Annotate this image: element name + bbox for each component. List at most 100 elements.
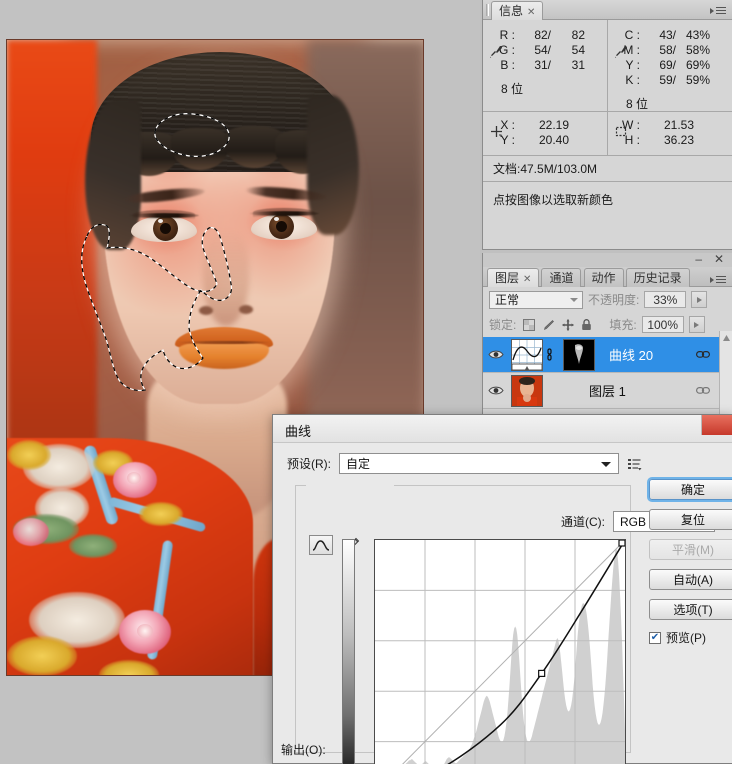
info-panel[interactable]: 信息 ✕ R : 82/ 82 G : 54/ 54 B: 31/ 31 8 … bbox=[482, 0, 732, 250]
curves-adjustment-thumbnail[interactable] bbox=[511, 338, 543, 371]
ok-button[interactable]: 确定 bbox=[649, 479, 732, 500]
mask-link-icon[interactable] bbox=[545, 347, 553, 362]
layer-name-curves[interactable]: 曲线 20 bbox=[609, 345, 653, 364]
layer-mask-thumbnail[interactable] bbox=[563, 338, 595, 371]
blend-mode-value: 正常 bbox=[495, 292, 520, 307]
info-panel-tabbar[interactable]: 信息 ✕ bbox=[483, 0, 732, 20]
fill-input[interactable]: 100% bbox=[641, 316, 684, 333]
preview-checkbox[interactable]: ✔ bbox=[649, 631, 661, 644]
xy-coordinate-column: X : 22.19 Y : 20.40 bbox=[483, 112, 607, 155]
readout-after-k: 59% bbox=[685, 73, 710, 87]
tab-actions[interactable]: 动作 bbox=[583, 268, 624, 287]
photoshop-window: 信息 ✕ R : 82/ 82 G : 54/ 54 B: 31/ 31 8 … bbox=[0, 0, 732, 764]
smooth-button: 平滑(M) bbox=[649, 539, 732, 560]
readout-before-r: 82/ bbox=[534, 28, 551, 42]
chain-link-icon[interactable] bbox=[696, 386, 711, 398]
dim-value-h: 36.23 bbox=[663, 133, 694, 147]
marquee-icon bbox=[615, 126, 627, 137]
chevron-down-icon bbox=[601, 462, 611, 467]
readout-row-c: C : 43/ 43% bbox=[608, 28, 732, 43]
tab-layers[interactable]: 图层 ✕ bbox=[487, 268, 540, 287]
readout-row-r: R : 82/ 82 bbox=[483, 28, 607, 43]
layer-visibility-toggle[interactable] bbox=[483, 349, 509, 360]
readout-after-m: 58% bbox=[685, 43, 710, 57]
auto-button[interactable]: 自动(A) bbox=[649, 569, 732, 590]
preview-checkbox-row[interactable]: ✔ 预览(P) bbox=[649, 629, 732, 646]
tab-info[interactable]: 信息 ✕ bbox=[491, 1, 544, 20]
preview-label: 预览(P) bbox=[666, 631, 706, 645]
readout-after-r: 82 bbox=[571, 28, 585, 42]
layer-name-layer1[interactable]: 图层 1 bbox=[589, 381, 626, 400]
readout-after-c: 43% bbox=[685, 28, 710, 42]
chain-link-icon[interactable] bbox=[696, 350, 711, 362]
eyedropper-icon bbox=[615, 46, 627, 58]
info-color-readouts: R : 82/ 82 G : 54/ 54 B : 31/ 31 8 位 C:… bbox=[483, 20, 732, 112]
rgb-readout-column: R : 82/ 82 G : 54/ 54 B : 31/ 31 8 位 bbox=[483, 20, 607, 111]
document-size-readout: 文档:47.5M/103.0M bbox=[483, 156, 732, 182]
coord-value-x: 22.19 bbox=[538, 118, 569, 132]
lock-label: 锁定: bbox=[489, 318, 517, 332]
scroll-up-arrow-icon[interactable] bbox=[720, 333, 732, 343]
curves-dialog-titlebar[interactable]: 曲线 bbox=[273, 415, 732, 443]
opacity-input[interactable]: 33% bbox=[644, 291, 687, 308]
coord-value-y: 20.40 bbox=[538, 133, 569, 147]
lock-image-icon[interactable] bbox=[542, 319, 555, 331]
layer-visibility-toggle[interactable] bbox=[483, 385, 509, 396]
lock-transparency-icon[interactable] bbox=[523, 318, 536, 331]
layers-panel[interactable]: – ✕ 图层 ✕ 通道 动作 历史记录 正常 不透明度: 33% 锁定: 填充:… bbox=[482, 253, 732, 421]
fill-slider-button[interactable] bbox=[688, 316, 705, 333]
layers-panel-tabbar[interactable]: 图层 ✕ 通道 动作 历史记录 bbox=[483, 267, 732, 287]
layers-panel-menu-icon[interactable] bbox=[710, 273, 728, 286]
dim-value-w: 21.53 bbox=[663, 118, 694, 132]
readout-before-c: 43/ bbox=[659, 28, 676, 42]
crosshair-icon bbox=[491, 126, 502, 137]
readout-label-c: C : bbox=[624, 28, 640, 42]
lock-row[interactable]: 锁定: 填充: 100% bbox=[483, 312, 732, 337]
preset-options-icon[interactable] bbox=[627, 457, 643, 471]
readout-label-y: Y : bbox=[625, 58, 640, 72]
blend-mode-row[interactable]: 正常 不透明度: 33% bbox=[483, 287, 732, 312]
lock-position-icon[interactable] bbox=[562, 319, 574, 331]
tab-info-label: 信息 bbox=[499, 4, 524, 18]
tab-layers-label: 图层 bbox=[495, 271, 520, 285]
readout-row-k: K : 59/ 59% bbox=[608, 73, 732, 88]
output-label: 输出(O): bbox=[281, 743, 326, 757]
close-icon[interactable] bbox=[701, 415, 732, 435]
tab-history[interactable]: 历史记录 bbox=[625, 268, 690, 287]
readout-after-y: 69% bbox=[685, 58, 710, 72]
panel-grip[interactable] bbox=[486, 4, 489, 16]
minimize-button[interactable]: – bbox=[695, 253, 702, 265]
lock-all-icon[interactable] bbox=[581, 318, 592, 331]
channel-label: 通道(C): bbox=[561, 515, 605, 529]
info-panel-menu-icon[interactable] bbox=[710, 4, 728, 17]
curves-dialog-title: 曲线 bbox=[285, 424, 312, 439]
curves-plot[interactable] bbox=[375, 540, 625, 764]
layers-scrollbar[interactable] bbox=[719, 331, 732, 421]
readout-before-k: 59/ bbox=[659, 73, 676, 87]
curve-control-point[interactable] bbox=[618, 540, 625, 547]
blend-mode-select[interactable]: 正常 bbox=[489, 290, 583, 309]
curves-dialog-buttons[interactable]: 确定 复位 平滑(M) 自动(A) 选项(T) ✔ 预览(P) bbox=[649, 479, 732, 646]
layer-row-layer1[interactable]: 图层 1 bbox=[483, 373, 732, 409]
curves-dialog-body: 预设(R): 自定 通道(C): RGB 输出(O): 确定 复位 平滑(M) … bbox=[273, 443, 732, 764]
photo-thumbnail[interactable] bbox=[511, 374, 543, 407]
layers-panel-titlebar: – ✕ bbox=[483, 253, 732, 267]
layer-row-curves[interactable]: 曲线 20 bbox=[483, 337, 732, 373]
preset-row[interactable]: 预设(R): 自定 bbox=[287, 453, 643, 474]
rgb-bit-depth: 8 位 bbox=[501, 82, 524, 96]
curve-tool-buttons[interactable] bbox=[309, 535, 364, 555]
tab-channels[interactable]: 通道 bbox=[541, 268, 582, 287]
options-button[interactable]: 选项(T) bbox=[649, 599, 732, 620]
opacity-slider-button[interactable] bbox=[691, 291, 708, 308]
fill-label: 填充: bbox=[609, 318, 637, 332]
curves-graph[interactable] bbox=[374, 539, 626, 764]
reset-button[interactable]: 复位 bbox=[649, 509, 732, 530]
preset-select[interactable]: 自定 bbox=[339, 453, 619, 474]
tab-info-close-icon[interactable]: ✕ bbox=[527, 7, 535, 18]
close-button[interactable]: ✕ bbox=[714, 253, 724, 265]
tab-layers-close-icon[interactable]: ✕ bbox=[523, 274, 531, 285]
eye-icon bbox=[488, 386, 504, 395]
curve-control-point[interactable] bbox=[538, 669, 546, 678]
curves-dialog[interactable]: 曲线 预设(R): 自定 通道(C): RGB 输出(O): 确定 复位 平滑(… bbox=[272, 414, 732, 764]
curve-draw-tool-icon[interactable] bbox=[309, 535, 333, 555]
